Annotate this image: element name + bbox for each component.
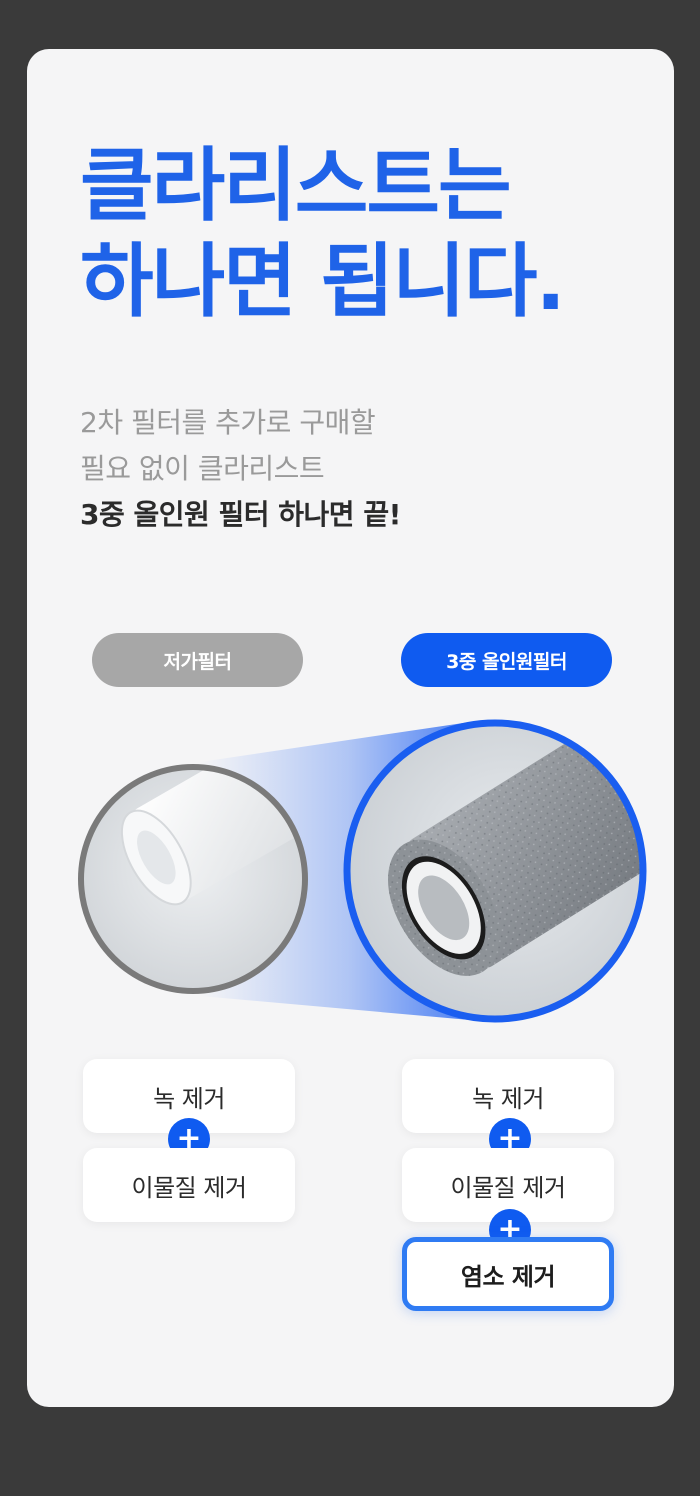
feature-debris-removal-left: 이물질 제거 [83, 1148, 295, 1222]
feature-chlorine-removal: 염소 제거 [402, 1237, 614, 1311]
